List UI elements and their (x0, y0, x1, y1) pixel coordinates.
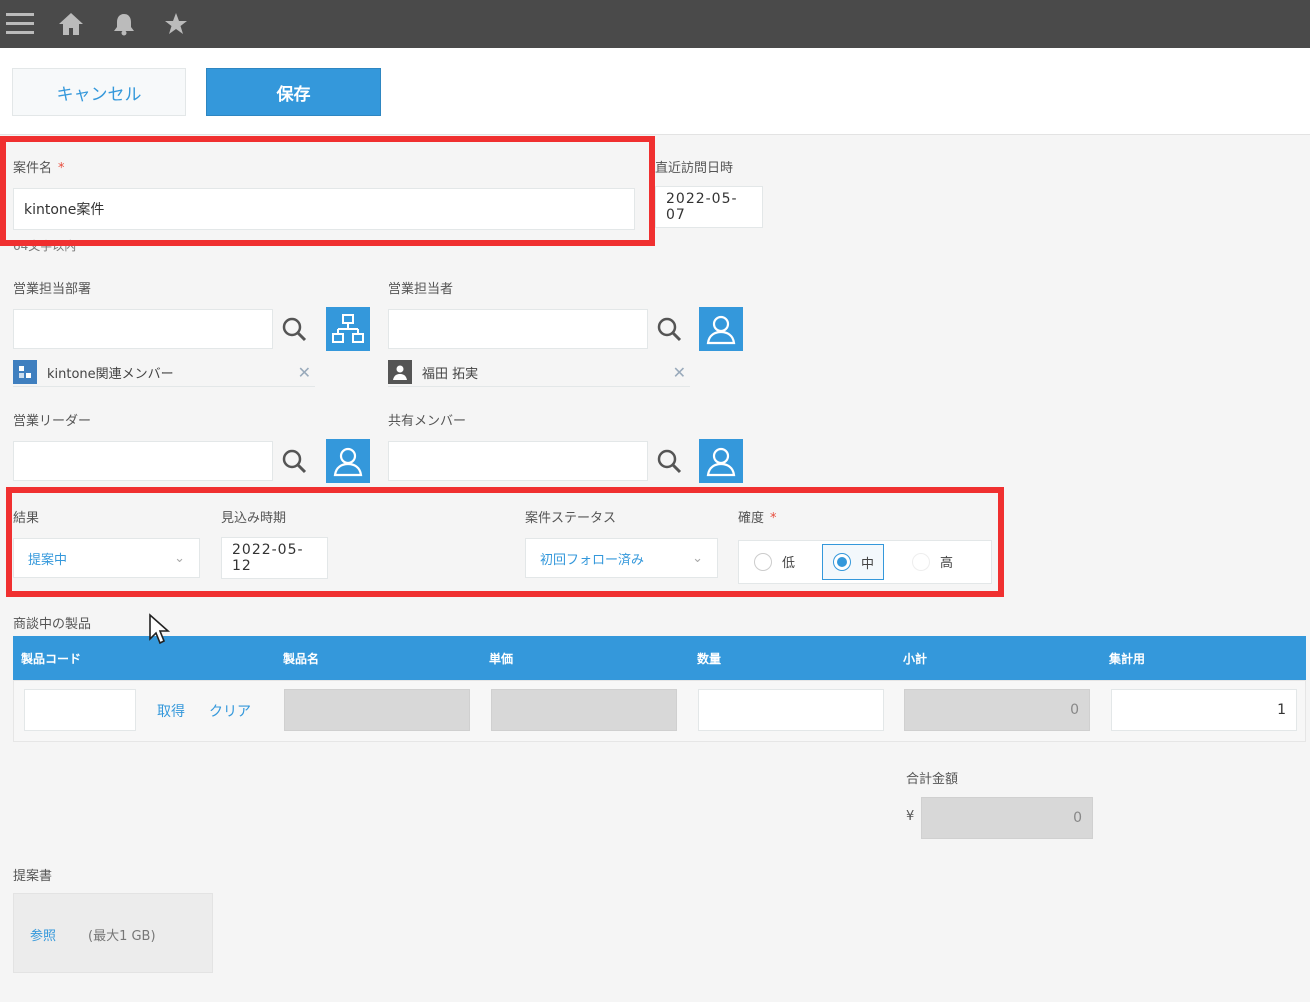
last-visit-label: 直近訪問日時 (655, 161, 734, 176)
browse-link[interactable]: 参照 (30, 925, 56, 944)
shared-members-label: 共有メンバー (388, 414, 467, 429)
unit-price-input (491, 689, 677, 731)
user-icon (333, 447, 363, 477)
sales-rep-label: 営業担当者 (388, 282, 454, 297)
org-select-button[interactable] (326, 307, 370, 351)
star-icon[interactable] (160, 8, 192, 40)
col-subtotal: 小計 (903, 651, 928, 666)
subtotal-input: 0 (904, 689, 1090, 731)
sales-dept-label: 営業担当部署 (13, 282, 92, 297)
total-label: 合計金額 (906, 772, 959, 787)
sales-rep-input[interactable] (388, 309, 648, 349)
shared-user-select-button[interactable] (699, 439, 743, 483)
product-code-input[interactable] (24, 689, 136, 731)
highlight-box-project-name (0, 136, 655, 246)
sales-leader-label: 営業リーダー (13, 414, 92, 429)
sales-leader-search-icon[interactable] (274, 441, 314, 481)
file-upload-area: 参照 (最大1 GB) (13, 893, 213, 973)
user-select-button[interactable] (699, 307, 743, 351)
action-bar (0, 48, 1310, 135)
clear-link[interactable]: クリア (209, 701, 251, 721)
remove-dept-close-icon[interactable]: ✕ (298, 363, 311, 382)
org-avatar-icon (13, 360, 37, 384)
sales-rep-search-icon[interactable] (649, 309, 689, 349)
user-icon (706, 447, 736, 477)
col-product-code: 製品コード (21, 651, 82, 666)
fetch-link[interactable]: 取得 (157, 701, 185, 721)
quantity-input[interactable] (698, 689, 884, 731)
col-product-name: 製品名 (283, 651, 320, 666)
cancel-button[interactable]: キャンセル (12, 68, 186, 116)
cursor-icon (148, 613, 172, 651)
top-bar (0, 0, 1310, 48)
highlight-box-status-row (6, 487, 1004, 597)
product-name-input (284, 689, 470, 731)
home-icon[interactable] (55, 8, 87, 40)
products-header: 製品コード 製品名 単価 数量 小計 集計用 (13, 636, 1306, 680)
file-size-limit: (最大1 GB) (88, 929, 156, 944)
last-visit-input[interactable]: 2022-05-07 (655, 186, 763, 228)
remove-rep-close-icon[interactable]: ✕ (673, 363, 686, 382)
leader-user-select-button[interactable] (326, 439, 370, 483)
col-quantity: 数量 (697, 651, 722, 666)
shared-members-search-icon[interactable] (649, 441, 689, 481)
aggregate-input[interactable]: 1 (1111, 689, 1297, 731)
sales-rep-chip-label: 福田 拓実 (422, 366, 479, 382)
products-label: 商談中の製品 (13, 617, 92, 632)
total-amount-input: 0 (921, 797, 1093, 839)
col-aggregate: 集計用 (1109, 651, 1146, 666)
menu-icon[interactable] (4, 8, 36, 40)
save-button[interactable]: 保存 (206, 68, 381, 116)
col-unit-price: 単価 (489, 651, 514, 666)
sales-dept-chip: kintone関連メンバー ✕ (13, 358, 315, 387)
person-avatar-icon (388, 360, 412, 384)
org-chart-icon (332, 314, 364, 343)
shared-members-input[interactable] (388, 441, 648, 481)
user-icon (706, 315, 736, 345)
sales-rep-chip: 福田 拓実 ✕ (388, 358, 690, 387)
products-table: 製品コード 製品名 単価 数量 小計 集計用 取得 クリア 0 1 (13, 636, 1306, 742)
sales-dept-chip-label: kintone関連メンバー (47, 366, 174, 382)
currency-symbol: ¥ (906, 809, 915, 824)
sales-leader-input[interactable] (13, 441, 273, 481)
table-row: 取得 クリア 0 1 (13, 680, 1306, 742)
sales-dept-search-icon[interactable] (274, 309, 314, 349)
sales-dept-input[interactable] (13, 309, 273, 349)
proposal-label: 提案書 (13, 869, 53, 884)
bell-icon[interactable] (108, 8, 140, 40)
